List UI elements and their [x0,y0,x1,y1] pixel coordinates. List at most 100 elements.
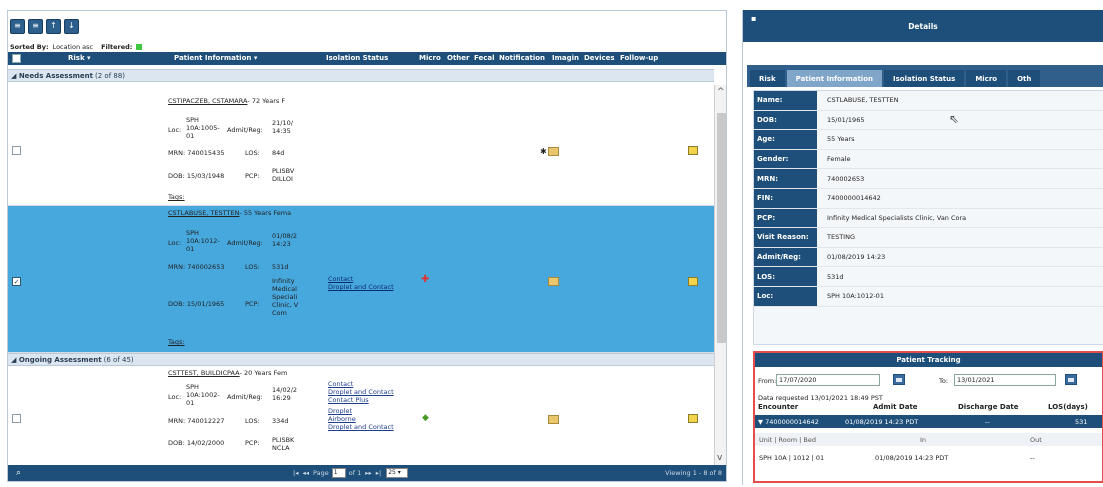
info-value: Female [827,155,851,164]
viewing-count: Viewing 1 - 8 of 8 [665,469,722,477]
col-devices[interactable]: Devices [584,54,615,62]
encounter-row[interactable]: ▼ 7400000014642 01/08/2019 14:23 PDT -- … [755,415,1102,428]
dob: DOB: 14/02/2000 [168,439,225,447]
row-checkbox[interactable] [12,146,21,155]
mouse-cursor-icon: ⇖ [949,112,960,126]
loc-line: 01 [186,399,195,407]
isolation-link[interactable]: Contact [328,380,394,388]
follow-up-flag-icon[interactable] [688,146,698,158]
info-label: PCP: [754,208,817,228]
patient-name[interactable]: CSTIPACZEB, CSTAMARA [168,97,247,105]
table-row-selected[interactable]: ✓ CSTLABUSE, TESTTEN - 55 Years Fema Loc… [8,206,714,353]
micro-alert-icon[interactable]: ✚ [421,275,429,285]
page-number-input[interactable]: 1 [331,468,346,478]
from-date-input[interactable]: 17/07/2020 [776,374,880,386]
group-view-button[interactable]: ≡ [28,18,43,34]
isolation-link[interactable]: Airborne [328,415,394,423]
page-size-select[interactable]: 25 ▾ [386,468,409,478]
from-calendar-icon[interactable] [893,374,905,385]
info-row-loc: Loc: SPH 10A:1012-01 [754,286,1103,307]
notification-doc-icon[interactable] [548,147,559,159]
col-micro[interactable]: Micro [419,54,441,62]
micro-status-icon[interactable]: ◆ [422,414,429,423]
group-header-needs-assessment[interactable]: ◢ Needs Assessment (2 of 88) [8,69,714,82]
follow-up-flag-icon[interactable] [688,277,698,289]
scroll-down-icon[interactable]: v [717,453,722,463]
loc-line: SPH [186,383,199,391]
filter-indicator-icon [136,43,143,50]
pcp-line: Medical [272,285,297,293]
notification-doc-icon[interactable] [548,277,559,289]
table-row[interactable]: CSTTEST, BUILDICPAA - 20 Years Fem Loc: … [8,366,714,466]
search-icon[interactable]: ⌕ [16,468,21,478]
tags-link[interactable]: Tags: [168,193,185,201]
tags-link[interactable]: Tags: [168,338,185,346]
next-page-icon[interactable]: ▸▸ [365,469,372,477]
tab-risk[interactable]: Risk [750,70,785,87]
col-follow-up[interactable]: Follow-up [620,54,658,62]
col-discharge-date: Discharge Date [958,403,1019,411]
sort-down-button[interactable]: ↓ [64,18,79,34]
pcp-line: PLISBK [272,436,295,444]
loc-label: Loc: [168,239,182,247]
patient-name[interactable]: CSTTEST, BUILDICPAA [168,369,240,377]
col-isolation-status[interactable]: Isolation Status [326,54,388,62]
tab-micro[interactable]: Micro [966,70,1007,87]
col-imaging[interactable]: Imagin [552,54,579,62]
to-date-input[interactable]: 13/01/2021 [954,374,1056,386]
sort-filter-line: Sorted By: Location asc Filtered: [8,41,726,52]
col-fecal[interactable]: Fecal [474,54,495,62]
col-risk[interactable]: Risk ▾ [68,54,91,62]
loc-line: SPH [186,116,199,124]
patient-name-link[interactable]: CSTTEST, BUILDICPAA - 20 Years Fem [168,369,287,377]
to-label: To: [939,377,949,385]
first-page-icon[interactable]: |◂ [293,469,298,477]
patient-name-link[interactable]: CSTIPACZEB, CSTAMARA - 72 Years F [168,97,285,105]
list-view-button[interactable]: ≡ [10,18,25,34]
group-collapse-icon[interactable]: ◢ [11,356,19,364]
tab-patient-information[interactable]: Patient Information [786,70,883,87]
follow-up-flag-icon[interactable] [688,414,698,426]
loc-label: Loc: [168,126,182,134]
isolation-link[interactable]: Droplet and Contact [328,423,394,431]
grid-vertical-scrollbar[interactable]: ^ v [714,85,726,467]
isolation-link[interactable]: Contact [328,275,394,283]
notification-doc-icon[interactable] [548,415,559,427]
info-label: Age: [754,130,817,149]
sort-up-button[interactable]: ↑ [46,18,61,34]
isolation-link[interactable]: Droplet [328,407,394,415]
isolation-link[interactable]: Droplet and Contact [328,388,394,396]
dob: DOB: 15/01/1965 [168,300,225,308]
pcp-line: Speciali [272,293,298,301]
loc-line: 10A:1005- [186,124,220,132]
prev-page-icon[interactable]: ◂◂ [303,469,310,477]
star-icon: ✱ [540,147,547,156]
scroll-up-icon[interactable]: ^ [717,87,725,97]
panel-menu-icon[interactable]: ▪ [751,14,756,23]
last-page-icon[interactable]: ▸| [376,469,381,477]
col-other[interactable]: Other [447,54,469,62]
select-all-checkbox[interactable] [12,54,21,63]
encounter-id[interactable]: ▼ 7400000014642 [758,418,819,426]
col-encounter: Encounter [758,403,799,411]
tab-isolation-status[interactable]: Isolation Status [884,70,965,87]
isolation-link[interactable]: Droplet and Contact [328,283,394,291]
group-header-ongoing-assessment[interactable]: ◢ Ongoing Assessment (6 of 45) [8,353,714,366]
isolation-link[interactable]: Contact Plus [328,396,394,404]
loc-line: 10A:1012- [186,237,220,245]
info-row-los: LOS: 531d [754,267,1103,287]
row-checkbox[interactable] [12,414,21,423]
info-value: Infinity Medical Specialists Clinic, Van… [827,213,967,222]
patient-name[interactable]: CSTLABUSE, TESTTEN [168,209,239,217]
col-notification[interactable]: Notification [499,54,545,62]
group-collapse-icon[interactable]: ◢ [11,72,19,80]
patient-name-link[interactable]: CSTLABUSE, TESTTEN - 55 Years Fema [168,209,291,217]
to-calendar-icon[interactable] [1065,374,1077,385]
info-row-admit-reg: Admit/Reg: 01/08/2019 14:23 [754,247,1103,268]
row-checkbox-checked[interactable]: ✓ [12,277,21,286]
col-patient-info[interactable]: Patient Information ▾ [174,54,257,62]
scrollbar-thumb[interactable] [717,113,726,343]
info-label: Gender: [754,149,817,169]
tab-other[interactable]: Oth [1008,70,1041,87]
table-row[interactable]: CSTIPACZEB, CSTAMARA - 72 Years F Loc: S… [8,82,714,206]
